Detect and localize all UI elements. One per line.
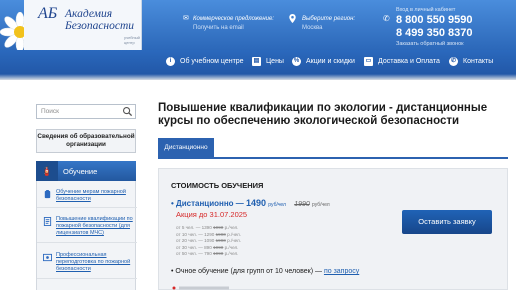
nav-item-prices[interactable]: ▤ Цены (252, 57, 284, 66)
tier-old-price: 1990 (213, 251, 224, 257)
logo-title-line2: Безопасности (65, 20, 135, 32)
tier-text: от 10 чел. — 1290 (176, 231, 215, 237)
org-info-link[interactable]: Сведения об образовательной организации (36, 129, 136, 153)
tier-prices: от 5 чел. — 1390 1990 р./чел. от 10 чел.… (176, 225, 241, 258)
delivery-icon: ▭ (364, 57, 373, 66)
price-title: СТОИМОСТЬ ОБУЧЕНИЯ (171, 181, 264, 190)
nav-item-label: Акции и скидки (306, 58, 355, 65)
tier-old-price: 1990 (215, 231, 226, 237)
sidebar-item-label: Повышение квалификации по пожарной безоп… (56, 216, 133, 236)
phone-2[interactable]: 8 499 350 8370 (396, 27, 472, 40)
logo-title: Академия Безопасности (65, 8, 134, 32)
region-selector[interactable]: Выберите регион: Москва (302, 15, 355, 33)
logo[interactable]: АБ Академия Безопасности учебный центр (24, 0, 142, 50)
logo-subtitle: учебный центр (124, 35, 140, 45)
tier-unit: р./чел. (224, 251, 239, 257)
search-icon[interactable] (122, 106, 133, 117)
logo-mark: АБ (38, 5, 58, 22)
nav-item-label: Доставка и Оплата (378, 58, 440, 65)
promo-text: Акция до 31.07.2025 (176, 210, 248, 219)
sidebar-menu: Обучение мерам пожарной безопасности Пов… (36, 181, 137, 290)
search-placeholder: Поиск (41, 108, 60, 115)
price-icon: ▤ (252, 57, 261, 66)
fire-extinguisher-icon: 🧯 (36, 161, 58, 181)
remote-old-price-unit: руб/чел (312, 202, 330, 208)
nav-item-contacts[interactable]: ✆ Контакты (449, 57, 493, 66)
remote-price-unit: руб/чел (268, 202, 286, 208)
commercial-offer-label: Коммерческое предложение: (193, 16, 274, 22)
next-item-peek (172, 286, 229, 290)
phone-icon: ✆ (383, 14, 390, 23)
nav-item-delivery[interactable]: ▭ Доставка и Оплата (364, 57, 440, 66)
sidebar-item-fire-safety[interactable]: Обучение мерам пожарной безопасности (37, 186, 137, 208)
sidebar-section-header[interactable]: 🧯 Обучение (36, 161, 136, 181)
contacts-icon: ✆ (449, 57, 458, 66)
region-label: Выберите регион: (302, 16, 356, 22)
sidebar-item-retraining[interactable]: Профессиональная переподготовка по пожар… (37, 249, 137, 279)
phone-block: Вход в личный кабинет 8 800 550 9590 8 4… (396, 6, 472, 48)
tier-row: от 5 чел. — 1390 1990 р./чел. (176, 225, 241, 232)
nav-item-about[interactable]: i Об учебном центре (166, 57, 244, 66)
tier-text: от 5 чел. — 1390 (176, 225, 212, 230)
tier-text: от 20 чел. — 1090 (176, 238, 215, 244)
tier-row: от 30 чел. — 890 1990 р./чел. (176, 245, 241, 252)
offline-text: Очное обучение (для групп от 10 человек)… (175, 268, 322, 275)
main-nav: i Об учебном центре ▤ Цены % Акции и ски… (0, 50, 516, 74)
document-icon (43, 217, 52, 226)
tier-row: от 20 чел. — 1090 1990 р./чел. (176, 238, 241, 245)
tier-unit: р./чел. (224, 225, 239, 230)
commercial-offer-link[interactable]: Получить на email (193, 23, 274, 33)
nav-item-discounts[interactable]: % Акции и скидки (292, 57, 355, 66)
tier-unit: р./чел. (224, 244, 239, 250)
offline-training-line: • Очное обучение (для групп от 10 челове… (171, 268, 359, 275)
phone-1[interactable]: 8 800 550 9590 (396, 14, 472, 27)
callback-link[interactable]: Заказать обратный звонок (396, 40, 472, 48)
search-input[interactable]: Поиск (36, 104, 136, 119)
tab-underline (158, 157, 508, 159)
certificate-icon (43, 253, 52, 262)
commercial-offer: Коммерческое предложение: Получить на em… (193, 15, 274, 33)
logo-title-line1: Академия (65, 8, 113, 20)
tier-old-price: 1990 (215, 238, 226, 244)
sidebar-item-label: Профессиональная переподготовка по пожар… (56, 252, 131, 272)
site-header: АБ Академия Безопасности учебный центр ✉… (0, 0, 516, 80)
nav-item-label: Об учебном центре (180, 58, 244, 65)
tier-unit: р./чел. (227, 231, 242, 237)
apply-button[interactable]: Оставить заявку (402, 210, 492, 234)
remote-price: 1490 (246, 198, 267, 208)
tier-unit: р./чел. (227, 238, 242, 244)
tier-old-price: 1990 (213, 244, 224, 250)
tier-text: от 30 чел. — 890 (176, 244, 212, 250)
mail-icon: ✉ (183, 15, 189, 22)
cabinet-link[interactable]: Вход в личный кабинет (396, 6, 472, 14)
tier-row: от 50 чел. — 790 1990 р./чел. (176, 251, 241, 258)
nav-item-label: Цены (266, 58, 284, 65)
remote-price-line: • Дистанционно — 1490 руб/чел 1990 руб/ч… (171, 198, 330, 208)
sidebar-section-title: Обучение (63, 166, 98, 176)
tier-row: от 10 чел. — 1290 1990 р./чел. (176, 232, 241, 239)
tier-text: от 50 чел. — 790 (176, 251, 212, 257)
nav-item-label: Контакты (463, 58, 494, 65)
sidebar-item-label: Обучение мерам пожарной безопасности (56, 189, 126, 202)
discount-icon: % (292, 57, 301, 66)
remote-old-price: 1990 (294, 201, 310, 208)
price-panel: СТОИМОСТЬ ОБУЧЕНИЯ • Дистанционно — 1490… (158, 168, 508, 290)
sidebar-item-qualification-mchs[interactable]: Повышение квалификации по пожарной безоп… (37, 213, 137, 243)
remote-label: Дистанционно — (176, 199, 244, 208)
offline-request-link[interactable]: по запросу (324, 268, 359, 275)
location-pin-icon (289, 14, 296, 23)
tab-remote[interactable]: Дистанционно (158, 138, 214, 157)
tier-old-price: 1990 (213, 225, 224, 230)
page-title: Повышение квалификации по экологии - дис… (158, 102, 488, 127)
region-value[interactable]: Москва (302, 23, 355, 33)
fire-icon (44, 190, 51, 199)
info-icon: i (166, 57, 175, 66)
